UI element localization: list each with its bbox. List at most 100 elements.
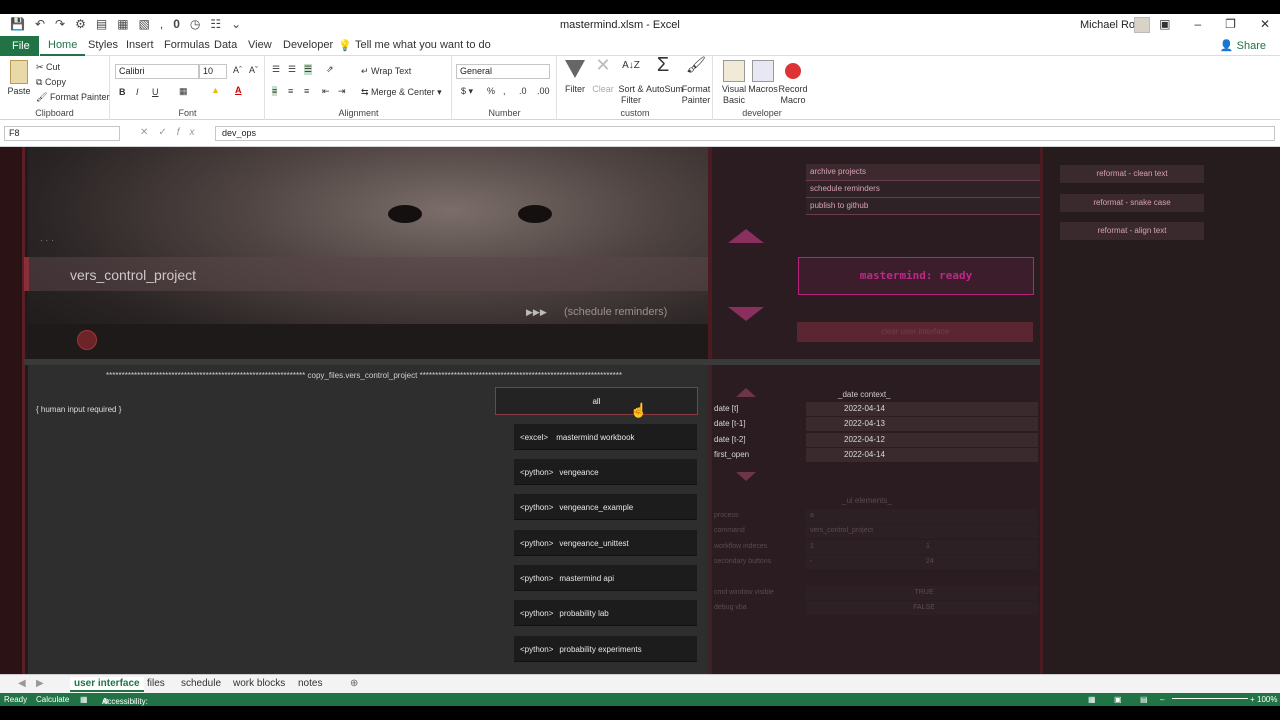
save-icon[interactable]: 💾 bbox=[10, 17, 25, 31]
orientation-icon[interactable]: ⇗ bbox=[326, 64, 334, 75]
reformat-align-button[interactable]: reformat - align text bbox=[1060, 222, 1204, 240]
comma-icon[interactable]: , bbox=[160, 17, 163, 31]
date-value[interactable]: 2022-04-14 bbox=[806, 402, 1038, 416]
tab-view[interactable]: View bbox=[248, 39, 272, 51]
visual-basic-button[interactable]: Visual Basic bbox=[720, 60, 748, 106]
tell-me-search[interactable]: Tell me what you want to do bbox=[355, 39, 491, 51]
sheet-tab-work-blocks[interactable]: work blocks bbox=[229, 677, 289, 690]
file-item-2[interactable]: <python> vengeance_example bbox=[514, 494, 697, 520]
autosum-button[interactable]: Σ AutoSum bbox=[646, 55, 683, 95]
tab-data[interactable]: Data bbox=[214, 39, 237, 51]
top-align-icon[interactable]: ☰ bbox=[272, 64, 280, 75]
align-center-icon[interactable]: ≡ bbox=[288, 86, 293, 96]
command-value[interactable]: vers_control_project bbox=[806, 524, 1038, 538]
format-painter-button[interactable]: 🖌 Format Painter bbox=[36, 92, 109, 103]
avatar[interactable] bbox=[1134, 17, 1150, 33]
redo-icon[interactable]: ↷ bbox=[55, 17, 65, 31]
secondary-value[interactable]: - 24 bbox=[806, 555, 1038, 569]
play-icon[interactable]: ▶▶▶ bbox=[526, 307, 547, 318]
tab-file[interactable]: File bbox=[0, 36, 39, 56]
record-indicator-icon[interactable] bbox=[77, 330, 97, 350]
align-right-icon[interactable]: ≡ bbox=[304, 86, 309, 96]
date-value[interactable]: 2022-04-13 bbox=[806, 417, 1038, 431]
calculate-button[interactable]: Calculate bbox=[36, 695, 69, 704]
sheet-tab-schedule[interactable]: schedule bbox=[177, 677, 225, 690]
minimize-icon[interactable]: – bbox=[1194, 17, 1201, 31]
sheet-tab-files[interactable]: files bbox=[143, 677, 169, 690]
formula-input[interactable]: dev_ops bbox=[215, 126, 1275, 141]
border-icon[interactable]: ▦ bbox=[179, 86, 188, 97]
wrap-text-button[interactable]: ↵ Wrap Text bbox=[361, 66, 411, 77]
ctx-up-arrow-icon[interactable] bbox=[736, 388, 756, 397]
middle-align-icon[interactable]: ☰ bbox=[288, 64, 296, 75]
comma-style-icon[interactable]: , bbox=[503, 86, 506, 96]
debug-value[interactable]: FALSE bbox=[806, 601, 1038, 615]
sheet-icon[interactable]: ▦ bbox=[117, 17, 128, 31]
file-item-5[interactable]: <python> probability lab bbox=[514, 600, 697, 626]
scroll-right-icon[interactable]: ▶ bbox=[32, 677, 48, 690]
workflow-value[interactable]: 11 bbox=[806, 540, 1038, 554]
restore-icon[interactable]: ❐ bbox=[1225, 17, 1236, 31]
increase-font-icon[interactable]: Aˆ bbox=[233, 65, 242, 75]
macros-button[interactable]: Macros bbox=[748, 60, 778, 95]
close-icon[interactable]: ✕ bbox=[1260, 17, 1270, 31]
ctx-down-arrow-icon[interactable] bbox=[736, 472, 756, 481]
zoom-out-icon[interactable]: – bbox=[1160, 695, 1164, 704]
bold-button[interactable]: B bbox=[119, 87, 126, 97]
reformat-snake-button[interactable]: reformat - snake case bbox=[1060, 194, 1204, 212]
zero-button[interactable]: 0 bbox=[173, 17, 180, 31]
increase-indent-icon[interactable]: ⇥ bbox=[338, 86, 346, 97]
format-painter-big-button[interactable]: 🖌 Format Painter bbox=[680, 58, 712, 106]
tab-home[interactable]: Home bbox=[40, 36, 86, 56]
file-item-6[interactable]: <python> probability experiments bbox=[514, 636, 697, 662]
share-button[interactable]: 👤 Share bbox=[1220, 39, 1266, 52]
decrease-indent-icon[interactable]: ⇤ bbox=[322, 86, 330, 97]
all-button[interactable]: all bbox=[495, 387, 698, 415]
merge-center-button[interactable]: ⇆ Merge & Center ▾ bbox=[361, 87, 442, 98]
process-value[interactable]: a bbox=[806, 509, 1038, 523]
up-arrow-icon[interactable] bbox=[728, 229, 764, 243]
undo-icon[interactable]: ↶ bbox=[35, 17, 45, 31]
page-layout-icon[interactable]: ▣ bbox=[1114, 695, 1122, 704]
fx-icon[interactable]: fx bbox=[177, 127, 205, 138]
macro-icon[interactable]: ⚙ bbox=[75, 17, 86, 31]
name-box[interactable]: F8 bbox=[4, 126, 120, 141]
clear-ui-button[interactable]: clear user interface bbox=[797, 322, 1033, 342]
percent-icon[interactable]: % bbox=[487, 86, 495, 96]
increase-decimal-icon[interactable]: .0 bbox=[519, 86, 527, 96]
zoom-level[interactable]: 100% bbox=[1257, 695, 1277, 704]
sort-filter-button[interactable]: A↓Z Sort & Filter bbox=[616, 60, 646, 106]
page-break-icon[interactable]: ▤ bbox=[1140, 695, 1148, 704]
font-name-select[interactable]: Calibri bbox=[115, 64, 199, 79]
cmd-visible-value[interactable]: TRUE bbox=[806, 586, 1038, 600]
filter-button[interactable]: Filter bbox=[562, 60, 588, 95]
zoom-slider[interactable] bbox=[1172, 698, 1248, 699]
fill-color-icon[interactable]: ▲ bbox=[211, 85, 220, 95]
file-item-3[interactable]: <python> vengeance_unittest bbox=[514, 530, 697, 556]
zoom-in-icon[interactable]: + bbox=[1250, 695, 1255, 704]
clear-button[interactable]: ✕ Clear bbox=[590, 56, 616, 95]
bottom-align-icon[interactable]: ☰ bbox=[304, 64, 313, 75]
date-value[interactable]: 2022-04-14 bbox=[806, 448, 1038, 462]
tab-formulas[interactable]: Formulas bbox=[164, 39, 210, 51]
scroll-left-icon[interactable]: ◀ bbox=[14, 677, 30, 690]
publish-github-button[interactable]: publish to github bbox=[806, 198, 1040, 215]
ribbon-display-icon[interactable]: ▣ bbox=[1159, 17, 1170, 31]
record-macro-button[interactable]: Record Macro bbox=[778, 60, 808, 106]
macro-record-icon[interactable]: ▦ bbox=[80, 695, 88, 704]
underline-button[interactable]: U bbox=[152, 87, 159, 97]
schedule-reminders-button[interactable]: schedule reminders bbox=[806, 181, 1040, 198]
number-format-select[interactable]: General bbox=[456, 64, 550, 79]
cut-button[interactable]: ✂ Cut bbox=[36, 62, 60, 73]
date-value[interactable]: 2022-04-12 bbox=[806, 433, 1038, 447]
reformat-clean-button[interactable]: reformat - clean text bbox=[1060, 165, 1204, 183]
down-arrow-icon[interactable] bbox=[728, 307, 764, 321]
archive-projects-button[interactable]: archive projects bbox=[806, 164, 1040, 181]
sheet-tab-notes[interactable]: notes bbox=[294, 677, 326, 690]
copy-button[interactable]: ⧉ Copy bbox=[36, 77, 66, 88]
cancel-icon[interactable]: ✕ bbox=[140, 127, 158, 138]
italic-button[interactable]: I bbox=[136, 87, 139, 97]
font-size-select[interactable]: 10 bbox=[199, 64, 227, 79]
grid-icon[interactable]: ▧ bbox=[139, 17, 150, 31]
decrease-font-icon[interactable]: Aˇ bbox=[249, 65, 258, 75]
